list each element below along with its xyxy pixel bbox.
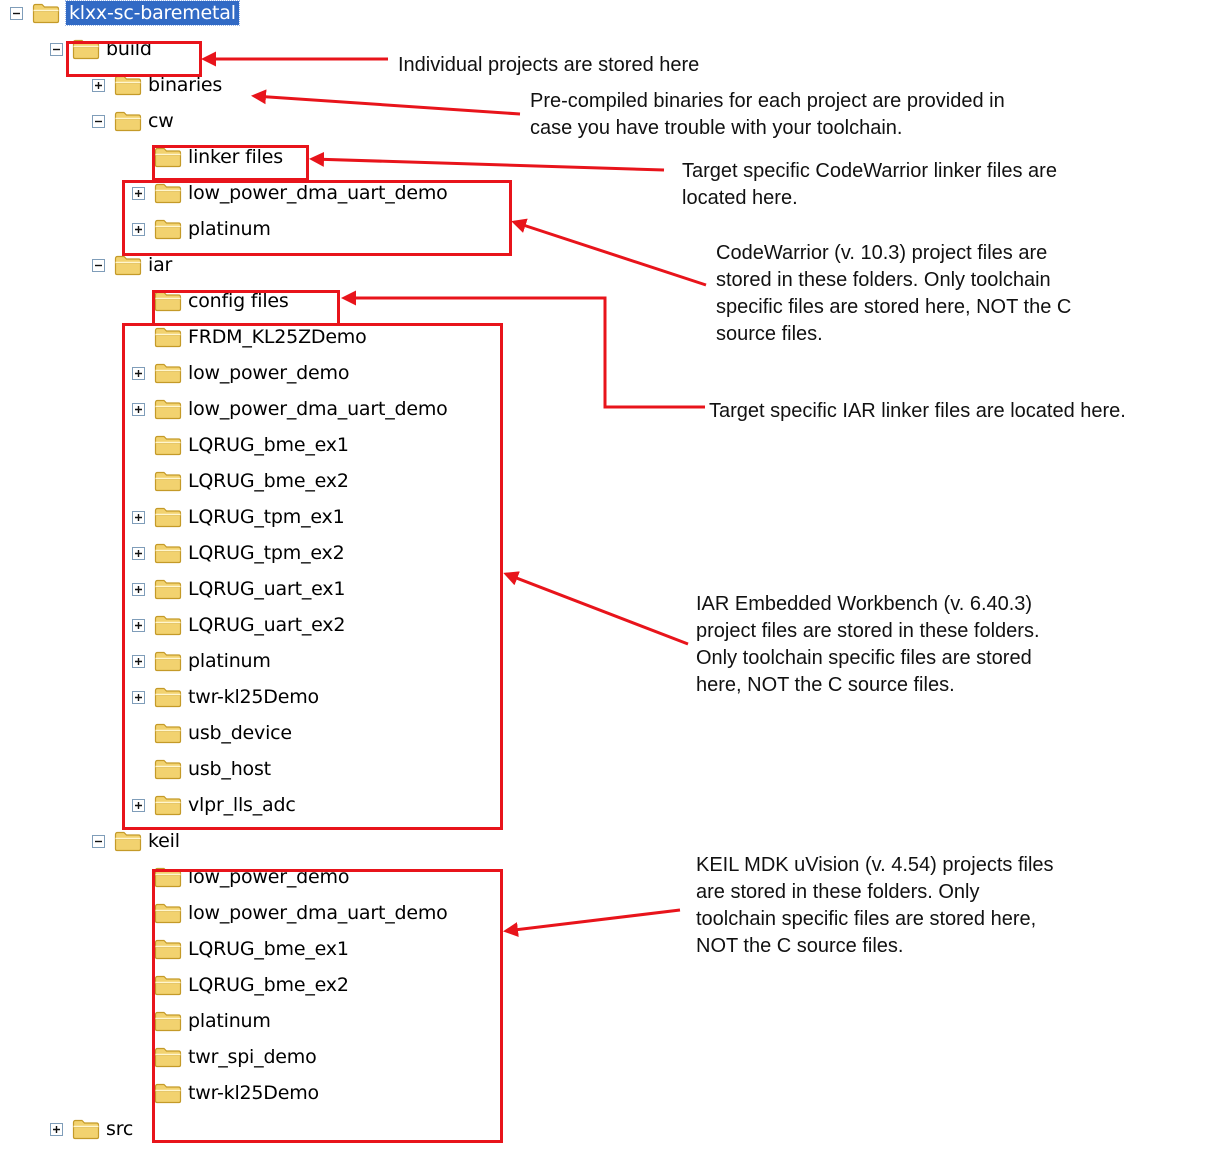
arrow-linker-files [309,151,665,172]
annotation-arrows [201,51,707,938]
arrow-keil-projects [503,908,681,938]
folder-tree-diagram: klxx-sc-baremetal build binaries cw linker f… [0,0,1222,1151]
arrow-binaries [251,89,521,116]
arrow-iar-projects [503,571,689,646]
arrow-config-files [341,290,705,409]
arrow-cw-projects [511,218,707,287]
